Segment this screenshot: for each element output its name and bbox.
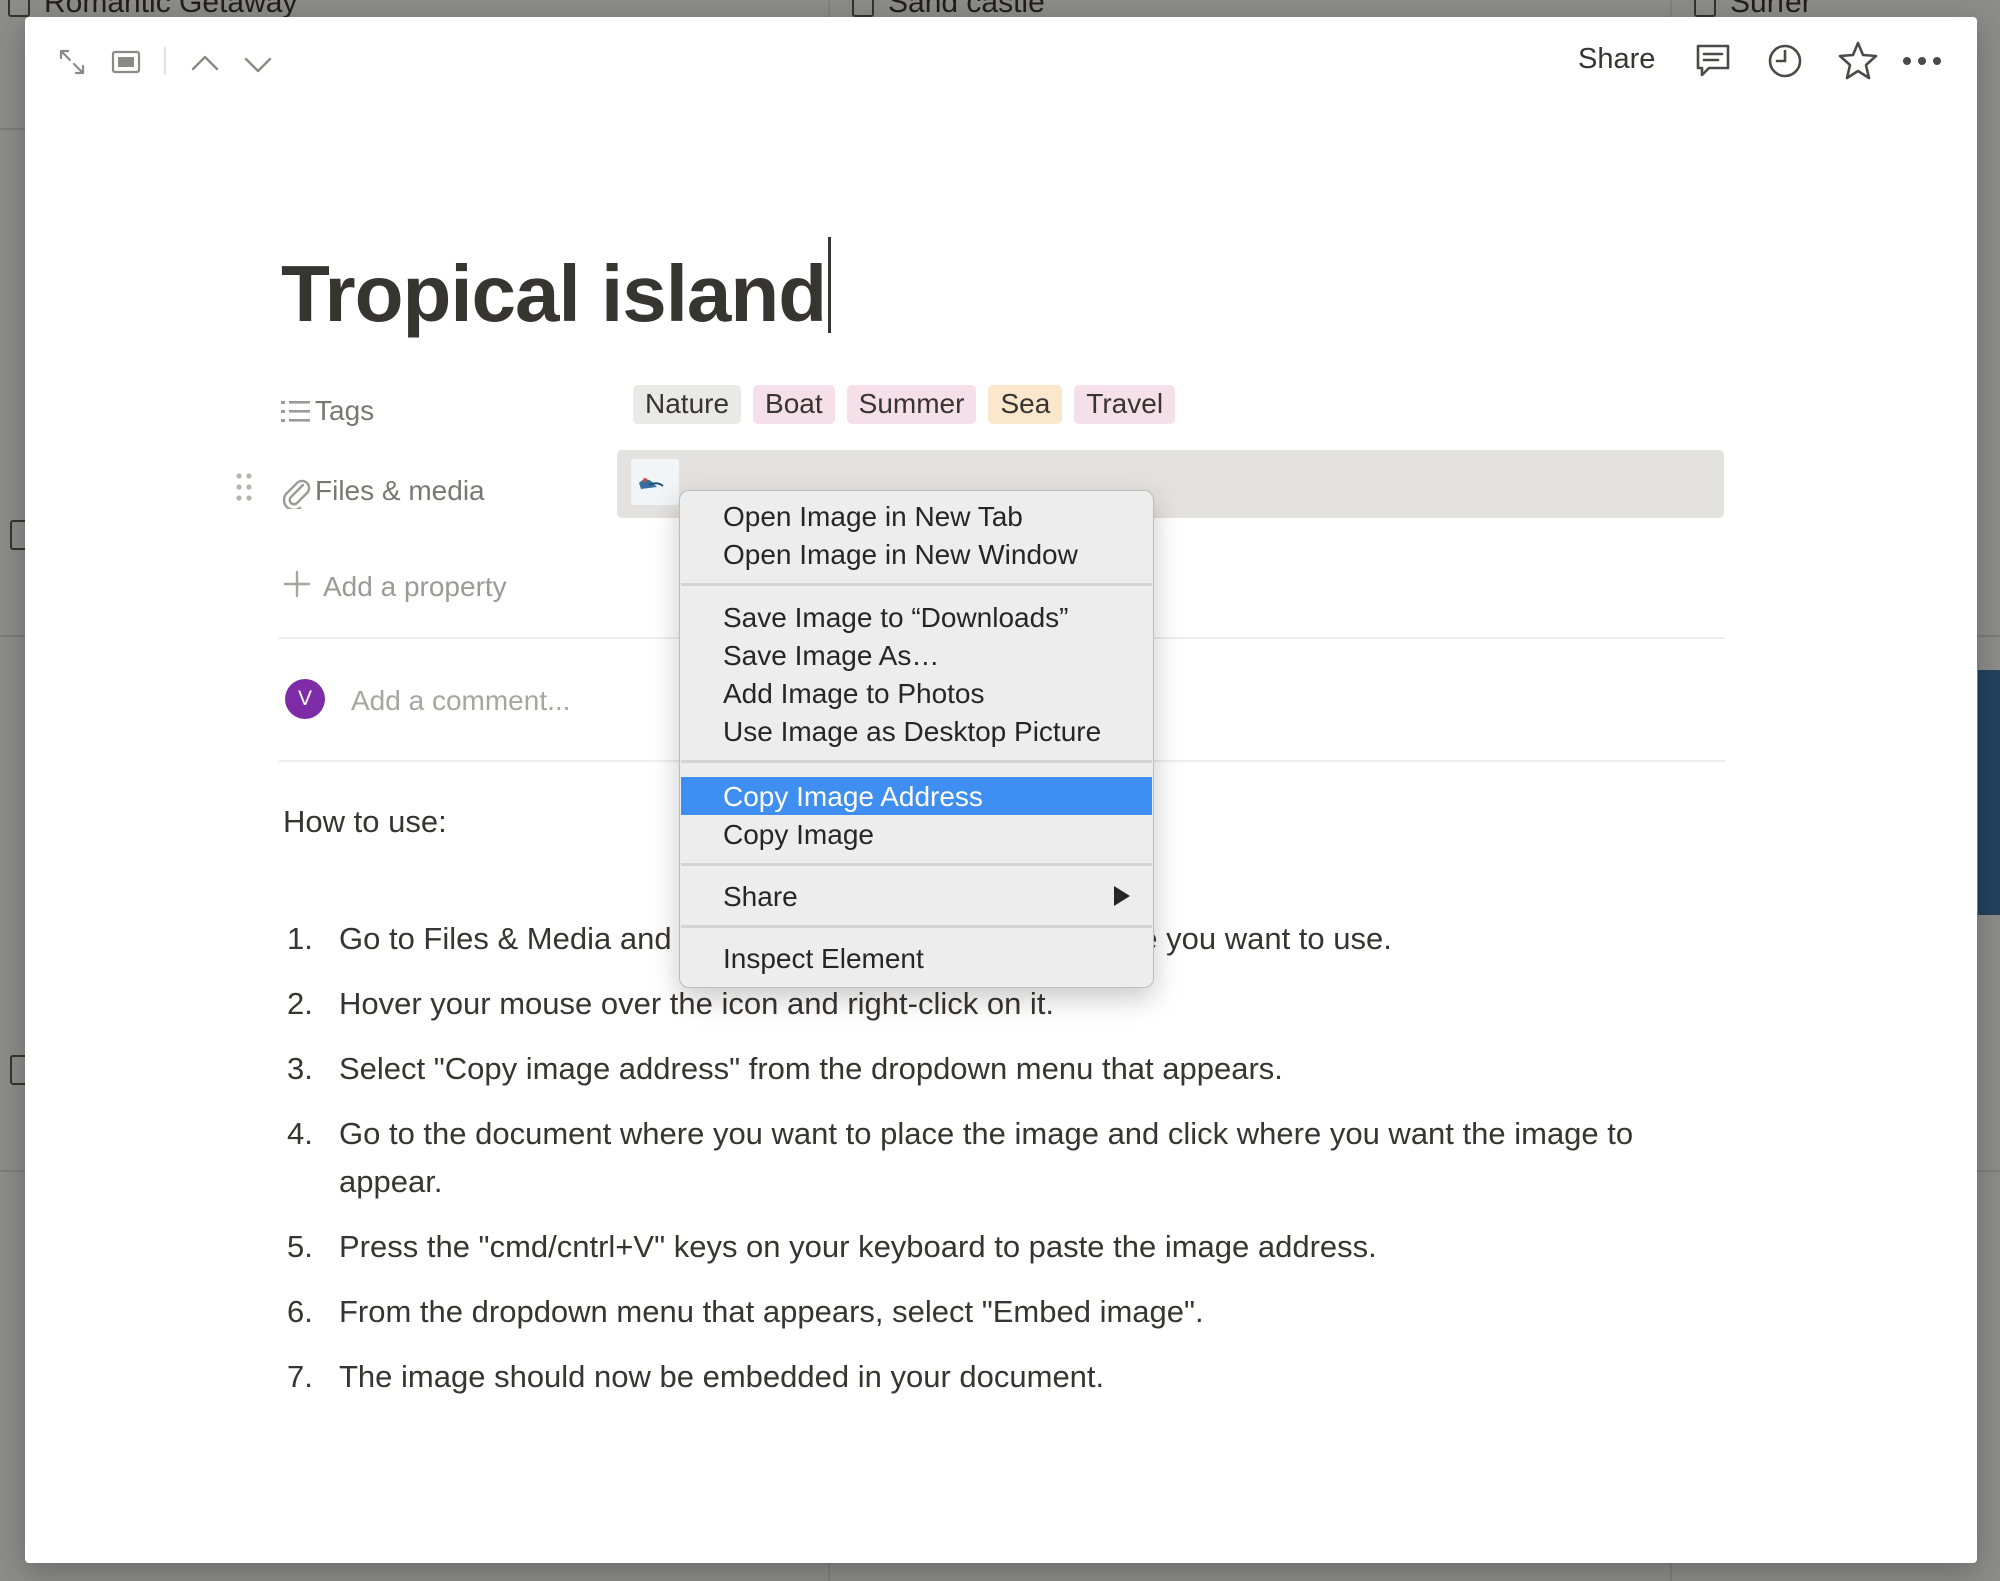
history-clock-icon[interactable] bbox=[1765, 41, 1805, 81]
text-cursor bbox=[828, 237, 832, 333]
submenu-arrow-icon bbox=[1114, 886, 1130, 906]
menu-separator bbox=[681, 925, 1152, 928]
page-modal: Share Tropical island Tags Nature Boat S… bbox=[25, 17, 1977, 1563]
tag-chip[interactable]: Summer bbox=[846, 385, 977, 424]
menu-item-use-as-desktop-picture[interactable]: Use Image as Desktop Picture bbox=[681, 712, 1152, 750]
tag-chip[interactable]: Nature bbox=[633, 385, 742, 424]
menu-item-copy-image-address[interactable]: Copy Image Address bbox=[681, 777, 1152, 815]
property-tags[interactable]: Tags bbox=[281, 387, 681, 447]
list-icon bbox=[281, 399, 311, 430]
page-topbar: Share bbox=[25, 17, 1977, 97]
menu-item-save-to-downloads[interactable]: Save Image to “Downloads” bbox=[681, 598, 1152, 636]
menu-separator bbox=[681, 760, 1152, 763]
chevron-down-icon[interactable] bbox=[243, 55, 273, 75]
image-thumbnail[interactable] bbox=[631, 459, 679, 505]
more-options-icon[interactable] bbox=[1902, 55, 1942, 67]
tag-chip[interactable]: Boat bbox=[753, 385, 835, 424]
menu-item-share[interactable]: Share bbox=[681, 877, 1152, 915]
avatar: V bbox=[285, 679, 325, 719]
add-property-button[interactable]: Add a property bbox=[281, 557, 581, 617]
chevron-up-icon[interactable] bbox=[190, 53, 220, 73]
add-property-label: Add a property bbox=[323, 571, 507, 602]
share-button[interactable]: Share bbox=[1572, 39, 1661, 80]
list-item: 4. Go to the document where you want to p… bbox=[287, 1116, 1634, 1199]
list-item: 5. Press the "cmd/cntrl+V" keys on your k… bbox=[287, 1229, 1377, 1264]
list-item: 6. From the dropdown menu that appears, s… bbox=[287, 1294, 1204, 1329]
menu-item-add-to-photos[interactable]: Add Image to Photos bbox=[681, 674, 1152, 712]
instructions-list: 1.Go to Files & Media and click on the t… bbox=[283, 915, 1733, 1418]
menu-item-save-image-as[interactable]: Save Image As… bbox=[681, 636, 1152, 674]
favorite-star-icon[interactable] bbox=[1837, 39, 1879, 81]
property-label: Files & media bbox=[315, 475, 485, 506]
paperclip-icon bbox=[281, 475, 311, 514]
property-label: Tags bbox=[315, 395, 375, 426]
page-title[interactable]: Tropical island bbox=[281, 249, 827, 338]
toolbar-divider bbox=[164, 47, 166, 75]
tags-value[interactable]: Nature Boat Summer Sea Travel bbox=[633, 385, 1176, 424]
list-item: 7. The image should now be embedded in yo… bbox=[287, 1359, 1105, 1394]
menu-separator bbox=[681, 583, 1152, 586]
menu-item-open-new-window[interactable]: Open Image in New Window bbox=[681, 535, 1152, 573]
plus-icon bbox=[283, 570, 311, 603]
menu-separator bbox=[681, 863, 1152, 866]
comment-icon[interactable] bbox=[1693, 41, 1733, 81]
image-context-menu: Open Image in New Tab Open Image in New … bbox=[679, 490, 1154, 988]
drag-handle-icon[interactable] bbox=[235, 472, 253, 507]
page-title-block[interactable]: Tropical island bbox=[281, 237, 832, 338]
list-item: 3. Select "Copy image address" from the d… bbox=[287, 1051, 1283, 1086]
menu-item-open-new-tab[interactable]: Open Image in New Tab bbox=[681, 497, 1152, 535]
menu-item-copy-image[interactable]: Copy Image bbox=[681, 815, 1152, 853]
property-files-media[interactable]: Files & media bbox=[281, 467, 621, 527]
content-heading: How to use: bbox=[283, 804, 447, 839]
expand-icon[interactable] bbox=[57, 47, 87, 77]
menu-item-inspect-element[interactable]: Inspect Element bbox=[681, 939, 1152, 977]
tag-chip[interactable]: Travel bbox=[1074, 385, 1176, 424]
tag-chip[interactable]: Sea bbox=[988, 385, 1063, 424]
peek-mode-icon[interactable] bbox=[111, 49, 141, 75]
